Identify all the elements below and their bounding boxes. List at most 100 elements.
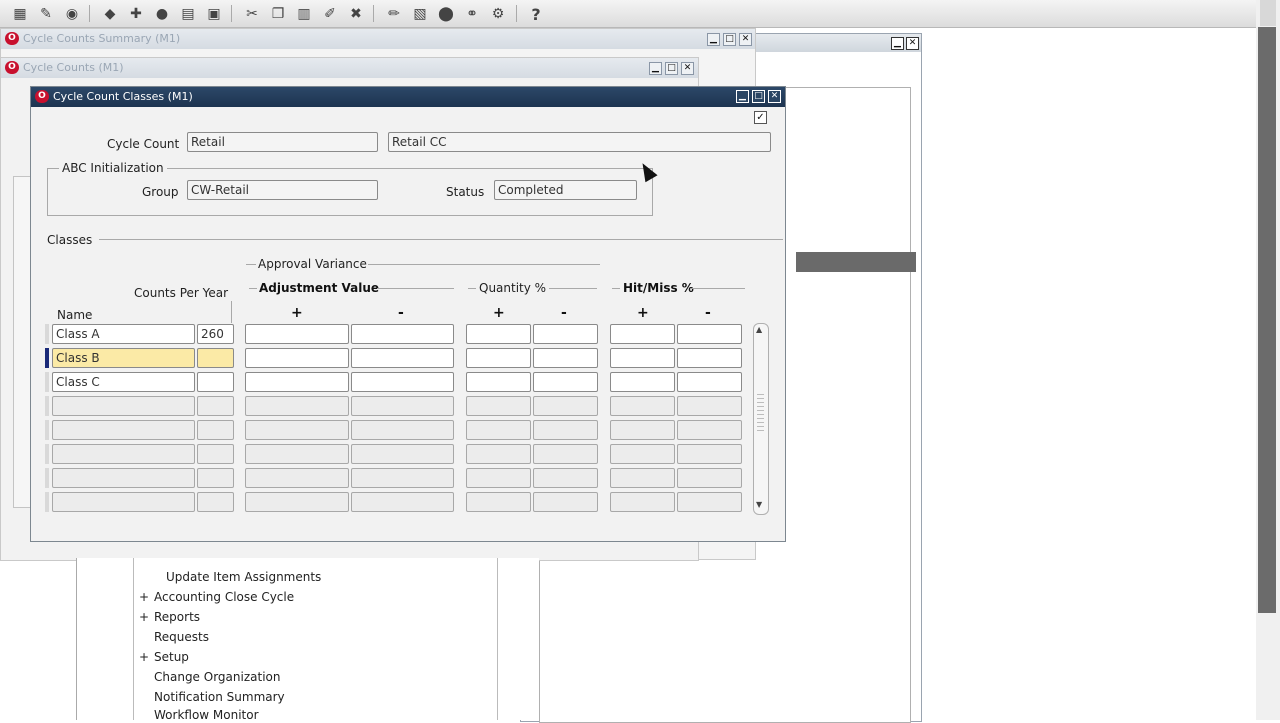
name-cell[interactable]: Class B [52, 348, 195, 368]
row-indicator[interactable] [45, 444, 49, 464]
qty-minus-cell[interactable] [533, 444, 598, 464]
scroll-down-icon[interactable]: ▼ [756, 500, 762, 509]
qty-plus-cell[interactable] [466, 324, 531, 344]
hit-plus-cell[interactable] [610, 372, 675, 392]
name-cell[interactable] [52, 468, 195, 488]
row-indicator[interactable] [45, 372, 49, 392]
menu-item-notification-summary[interactable]: Notification Summary [154, 690, 285, 704]
qty-plus-cell[interactable] [466, 444, 531, 464]
name-cell[interactable]: Class C [52, 372, 195, 392]
name-cell[interactable] [52, 420, 195, 440]
adj-minus-cell[interactable] [351, 348, 454, 368]
folder-checkbox[interactable]: ✓ [754, 111, 767, 124]
zoom-icon[interactable]: ✏ [384, 4, 404, 24]
counts-cell[interactable] [197, 348, 234, 368]
menu-item-accounting-close-cycle[interactable]: Accounting Close Cycle [154, 590, 294, 604]
flashlight-icon[interactable]: ✎ [36, 4, 56, 24]
counts-cell[interactable] [197, 420, 234, 440]
folder-tools-2-icon[interactable]: ⚙ [488, 4, 508, 24]
hit-plus-cell[interactable] [610, 324, 675, 344]
folder-tools-icon[interactable]: ⚭ [462, 4, 482, 24]
name-cell[interactable] [52, 492, 195, 512]
maximize-icon[interactable]: □ [723, 33, 736, 46]
edit-field-icon[interactable]: ✐ [320, 4, 340, 24]
qty-plus-cell[interactable] [466, 420, 531, 440]
hit-plus-cell[interactable] [610, 348, 675, 368]
counts-cell[interactable] [197, 468, 234, 488]
menu-item-update-item-assignments[interactable]: Update Item Assignments [166, 570, 321, 584]
qty-minus-cell[interactable] [533, 324, 598, 344]
adj-minus-cell[interactable] [351, 420, 454, 440]
menu-item-reports[interactable]: Reports [154, 610, 200, 624]
expand-icon[interactable]: + [139, 650, 149, 664]
copy-icon[interactable]: ❐ [268, 4, 288, 24]
close-icon[interactable]: ✕ [739, 33, 752, 46]
adj-plus-cell[interactable] [245, 372, 349, 392]
row-indicator[interactable] [45, 396, 49, 416]
row-indicator[interactable] [45, 492, 49, 512]
menu-item-setup[interactable]: Setup [154, 650, 189, 664]
hit-plus-cell[interactable] [610, 396, 675, 416]
hit-plus-cell[interactable] [610, 444, 675, 464]
adj-plus-cell[interactable] [245, 420, 349, 440]
hit-plus-cell[interactable] [610, 468, 675, 488]
delete-record-icon[interactable]: ● [152, 4, 172, 24]
qty-minus-cell[interactable] [533, 372, 598, 392]
translation-icon[interactable]: ▧ [410, 4, 430, 24]
row-indicator[interactable] [45, 324, 49, 344]
adj-plus-cell[interactable] [245, 492, 349, 512]
adj-minus-cell[interactable] [351, 396, 454, 416]
hit-minus-cell[interactable] [677, 372, 742, 392]
row-indicator[interactable] [45, 348, 49, 368]
new-record-icon[interactable]: ✚ [126, 4, 146, 24]
close-icon[interactable]: ✕ [681, 62, 694, 75]
hit-minus-cell[interactable] [677, 348, 742, 368]
paste-icon[interactable]: ▥ [294, 4, 314, 24]
counts-cell[interactable] [197, 372, 234, 392]
save-icon[interactable]: ◆ [100, 4, 120, 24]
new-icon[interactable]: ▦ [10, 4, 30, 24]
name-cell[interactable]: Class A [52, 324, 195, 344]
adj-minus-cell[interactable] [351, 324, 454, 344]
counts-cell[interactable] [197, 396, 234, 416]
adj-minus-cell[interactable] [351, 444, 454, 464]
row-indicator[interactable] [45, 468, 49, 488]
adj-minus-cell[interactable] [351, 492, 454, 512]
menu-item-requests[interactable]: Requests [154, 630, 209, 644]
adj-minus-cell[interactable] [351, 372, 454, 392]
clear-record-icon[interactable]: ✖ [346, 4, 366, 24]
maximize-icon[interactable]: □ [665, 62, 678, 75]
qty-plus-cell[interactable] [466, 348, 531, 368]
minimize-icon[interactable]: ▁ [707, 33, 720, 46]
menu-item-change-organization[interactable]: Change Organization [154, 670, 280, 684]
help-icon[interactable]: ? [526, 4, 546, 24]
qty-minus-cell[interactable] [533, 468, 598, 488]
close-icon[interactable]: ✕ [768, 90, 781, 103]
cycle-count-description-field[interactable]: Retail CC [388, 132, 771, 152]
classes-scrollbar[interactable]: ▲ ▼ [753, 323, 769, 515]
expand-icon[interactable]: + [139, 610, 149, 624]
counts-cell[interactable]: 260 [197, 324, 234, 344]
hit-plus-cell[interactable] [610, 492, 675, 512]
hit-minus-cell[interactable] [677, 396, 742, 416]
row-indicator[interactable] [45, 420, 49, 440]
minimize-icon[interactable]: ▁ [736, 90, 749, 103]
hit-minus-cell[interactable] [677, 468, 742, 488]
qty-minus-cell[interactable] [533, 396, 598, 416]
expand-icon[interactable]: + [139, 590, 149, 604]
adj-plus-cell[interactable] [245, 324, 349, 344]
minimize-icon[interactable]: ▁ [649, 62, 662, 75]
close-icon[interactable]: ✕ [906, 37, 919, 50]
cut-icon[interactable]: ✂ [242, 4, 262, 24]
adj-plus-cell[interactable] [245, 468, 349, 488]
attachment-icon[interactable]: ⬤ [436, 4, 456, 24]
page-scrollbar[interactable] [1256, 0, 1280, 720]
status-field[interactable]: Completed [494, 180, 637, 200]
print-icon[interactable]: ▤ [178, 4, 198, 24]
name-cell[interactable] [52, 444, 195, 464]
navigator-icon[interactable]: ◉ [62, 4, 82, 24]
hit-plus-cell[interactable] [610, 420, 675, 440]
qty-minus-cell[interactable] [533, 492, 598, 512]
hit-minus-cell[interactable] [677, 444, 742, 464]
hit-minus-cell[interactable] [677, 420, 742, 440]
